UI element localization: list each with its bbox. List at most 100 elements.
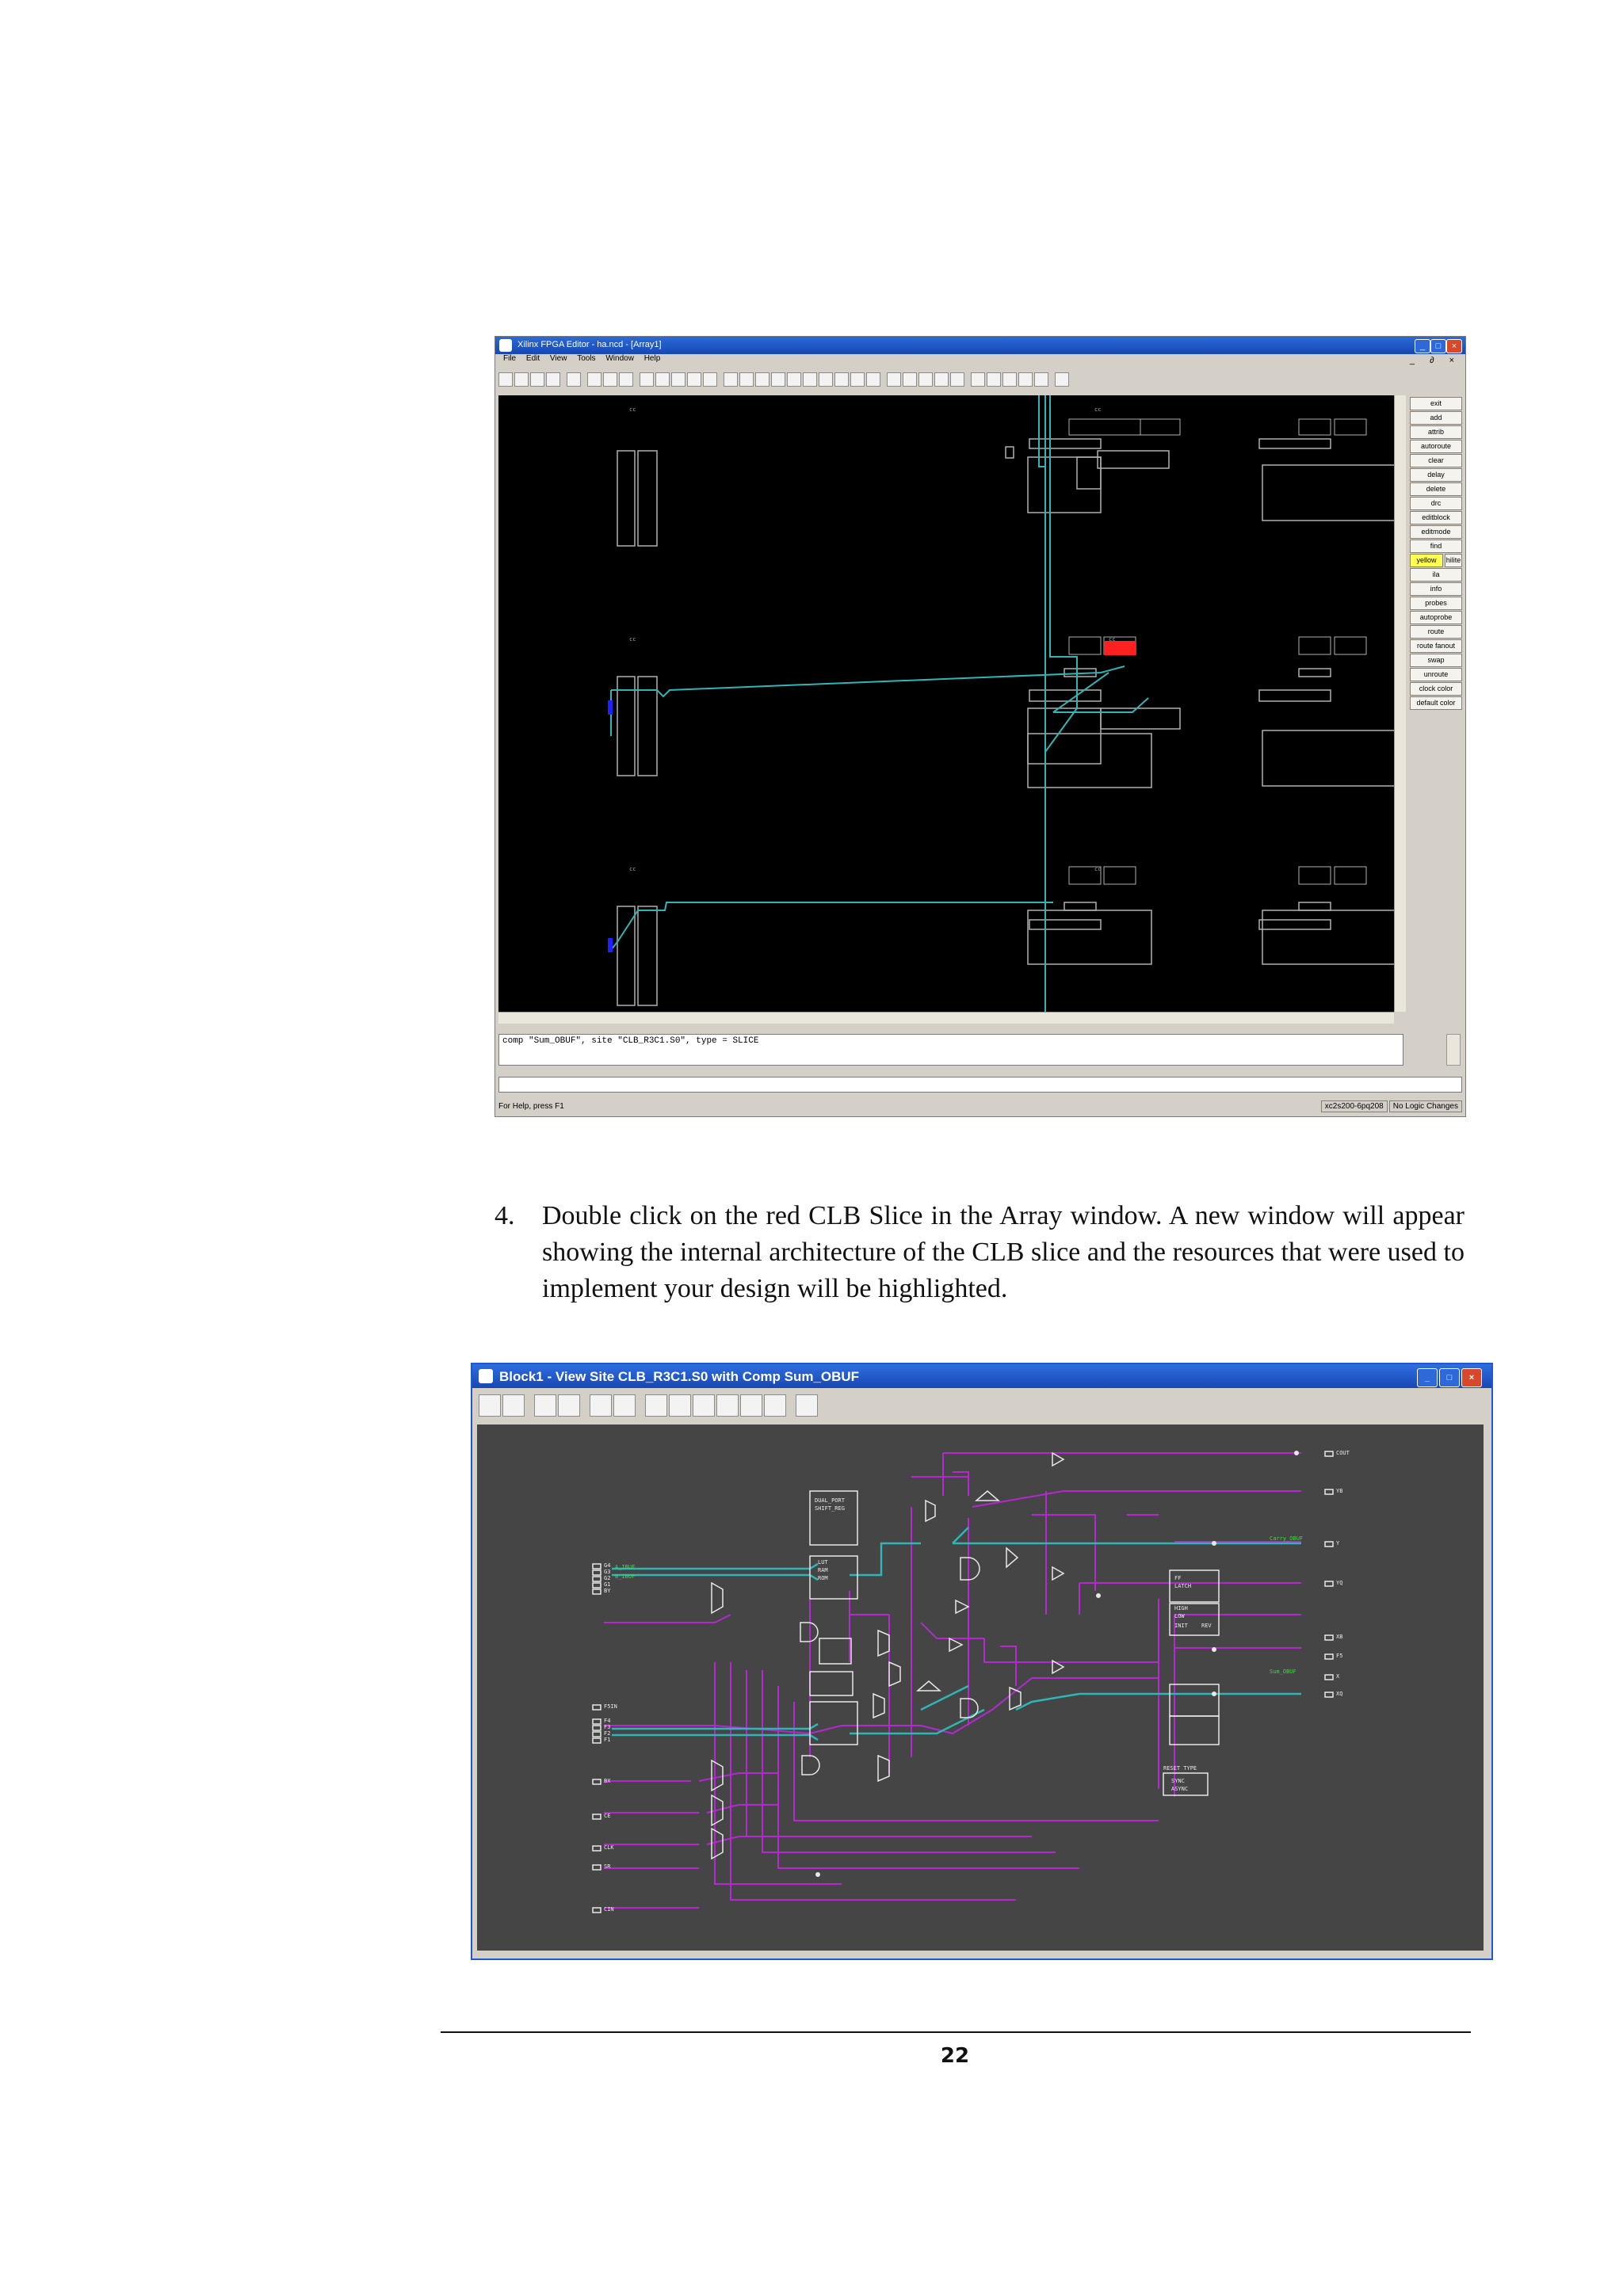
export-icon[interactable] bbox=[1055, 372, 1069, 387]
menu-view[interactable]: View bbox=[550, 354, 567, 363]
zoom-full-icon[interactable] bbox=[724, 372, 738, 387]
view1-icon[interactable] bbox=[640, 372, 654, 387]
title-bar: Xilinx FPGA Editor - ha.ncd - [Array1] _… bbox=[495, 337, 1465, 354]
print-icon[interactable] bbox=[546, 372, 560, 387]
clock-color-button[interactable]: clock color bbox=[1410, 682, 1462, 696]
view5-icon[interactable] bbox=[703, 372, 717, 387]
net-a-ibuf: A_IBUF bbox=[615, 1564, 635, 1570]
attrib-button[interactable]: attrib bbox=[1410, 425, 1462, 439]
cut-icon[interactable] bbox=[567, 372, 581, 387]
zoom-fit-icon[interactable] bbox=[645, 1394, 667, 1417]
probe-icon[interactable] bbox=[850, 372, 865, 387]
pin-f5in: F5IN bbox=[604, 1703, 617, 1710]
paste-icon[interactable] bbox=[619, 372, 633, 387]
view2-icon[interactable] bbox=[655, 372, 670, 387]
menu-help[interactable]: Help bbox=[644, 354, 661, 363]
minimize-button-2[interactable]: _ bbox=[1417, 1368, 1438, 1387]
download-icon[interactable] bbox=[558, 1394, 580, 1417]
view4-icon[interactable] bbox=[687, 372, 701, 387]
save-icon[interactable] bbox=[530, 372, 544, 387]
clear-button[interactable]: clear bbox=[1410, 454, 1462, 467]
zoom-out-icon-2[interactable] bbox=[669, 1394, 691, 1417]
route-fanout-button[interactable]: route fanout bbox=[1410, 639, 1462, 653]
route-button[interactable]: route bbox=[1410, 625, 1462, 639]
mdi-controls[interactable]: _ ∂ × bbox=[1410, 356, 1461, 365]
site-icon[interactable] bbox=[971, 372, 985, 387]
zoom-area-icon[interactable] bbox=[787, 372, 801, 387]
autoprobe-button[interactable]: autoprobe bbox=[1410, 611, 1462, 624]
command-input[interactable] bbox=[498, 1077, 1462, 1093]
ila-button[interactable]: ila bbox=[1410, 568, 1462, 582]
macro-icon[interactable] bbox=[1002, 372, 1017, 387]
drc-button[interactable]: drc bbox=[1410, 497, 1462, 510]
info-button[interactable]: info bbox=[1410, 582, 1462, 596]
slice-schematic: G4 G3 G2 G1 BY F5IN F4 F3 F2 F1 BX CE CL… bbox=[592, 1450, 1350, 1913]
select-icon[interactable] bbox=[479, 1394, 501, 1417]
equations-icon[interactable] bbox=[613, 1394, 636, 1417]
settings-icon[interactable] bbox=[834, 372, 849, 387]
pin-icon[interactable] bbox=[987, 372, 1001, 387]
open-icon[interactable] bbox=[514, 372, 529, 387]
net-icon[interactable] bbox=[1018, 372, 1033, 387]
edit-icon[interactable] bbox=[502, 1394, 525, 1417]
window-icon[interactable] bbox=[796, 1394, 818, 1417]
menu-file[interactable]: File bbox=[503, 354, 516, 363]
maximize-button[interactable]: □ bbox=[1430, 339, 1446, 353]
delete-button[interactable]: delete bbox=[1410, 482, 1462, 496]
upload-icon[interactable] bbox=[534, 1394, 556, 1417]
zoom-area-icon-2[interactable] bbox=[716, 1394, 739, 1417]
exit-button[interactable]: exit bbox=[1410, 397, 1462, 410]
probes-button[interactable]: probes bbox=[1410, 597, 1462, 610]
color-select[interactable]: yellow bbox=[1410, 554, 1443, 567]
find-button[interactable]: find bbox=[1410, 540, 1462, 553]
grid-icon[interactable] bbox=[934, 372, 949, 387]
swap-button[interactable]: swap bbox=[1410, 654, 1462, 667]
block-canvas[interactable]: G4 G3 G2 G1 BY F5IN F4 F3 F2 F1 BX CE CL… bbox=[477, 1425, 1484, 1951]
find-icon[interactable] bbox=[819, 372, 833, 387]
editblock-button[interactable]: editblock bbox=[1410, 511, 1462, 524]
menu-window[interactable]: Window bbox=[605, 354, 634, 363]
pin-f2: F2 bbox=[604, 1730, 610, 1737]
maximize-button-2[interactable]: □ bbox=[1439, 1368, 1460, 1387]
zoom-selection-icon[interactable] bbox=[771, 372, 785, 387]
minimize-button[interactable]: _ bbox=[1415, 339, 1430, 353]
close-button-2[interactable]: × bbox=[1461, 1368, 1482, 1387]
vertical-scrollbar[interactable] bbox=[1394, 395, 1406, 1012]
default-color-button[interactable]: default color bbox=[1410, 696, 1462, 710]
view3-icon[interactable] bbox=[671, 372, 685, 387]
console-scrollbar[interactable] bbox=[1446, 1034, 1461, 1066]
list-icon[interactable] bbox=[603, 372, 617, 387]
status-bar: For Help, press F1 xc2s200-6pq208 No Logi… bbox=[495, 1099, 1465, 1115]
pin-connect-icon[interactable] bbox=[590, 1394, 612, 1417]
wire-line-icon[interactable] bbox=[903, 372, 917, 387]
zoom-out-icon[interactable] bbox=[739, 372, 754, 387]
horizontal-scrollbar[interactable] bbox=[498, 1012, 1394, 1024]
svg-text:cc: cc bbox=[629, 866, 636, 872]
svg-text:cc: cc bbox=[629, 636, 636, 643]
editmode-button[interactable]: editmode bbox=[1410, 525, 1462, 539]
new-icon[interactable] bbox=[498, 372, 513, 387]
window2-title: Block1 - View Site CLB_R3C1.S0 with Comp… bbox=[499, 1369, 860, 1384]
array-icon[interactable] bbox=[587, 372, 601, 387]
zoom-in-icon-2[interactable] bbox=[693, 1394, 715, 1417]
array-canvas[interactable]: cc cc cc cc cc cc bbox=[498, 395, 1403, 1012]
delay-button[interactable]: delay bbox=[1410, 468, 1462, 482]
close-button[interactable]: × bbox=[1446, 339, 1462, 353]
text-icon[interactable] bbox=[1034, 372, 1048, 387]
selected-clb-slice[interactable] bbox=[1104, 641, 1136, 655]
routing-icon[interactable] bbox=[950, 372, 964, 387]
autoroute-button[interactable]: autoroute bbox=[1410, 440, 1462, 453]
hilite-button[interactable]: hilite bbox=[1445, 554, 1462, 567]
wire-minus-icon[interactable] bbox=[887, 372, 901, 387]
menu-tools[interactable]: Tools bbox=[577, 354, 595, 363]
add-button[interactable]: add bbox=[1410, 411, 1462, 425]
help-icon[interactable] bbox=[866, 372, 880, 387]
zoom-in-icon[interactable] bbox=[755, 372, 769, 387]
unroute-button[interactable]: unroute bbox=[1410, 668, 1462, 681]
export-icon-2[interactable] bbox=[764, 1394, 786, 1417]
wire-plus-icon[interactable] bbox=[918, 372, 933, 387]
menu-edit[interactable]: Edit bbox=[526, 354, 540, 363]
app-icon-2 bbox=[479, 1369, 493, 1383]
zoom-previous-icon[interactable] bbox=[803, 372, 817, 387]
page-icon[interactable] bbox=[740, 1394, 762, 1417]
